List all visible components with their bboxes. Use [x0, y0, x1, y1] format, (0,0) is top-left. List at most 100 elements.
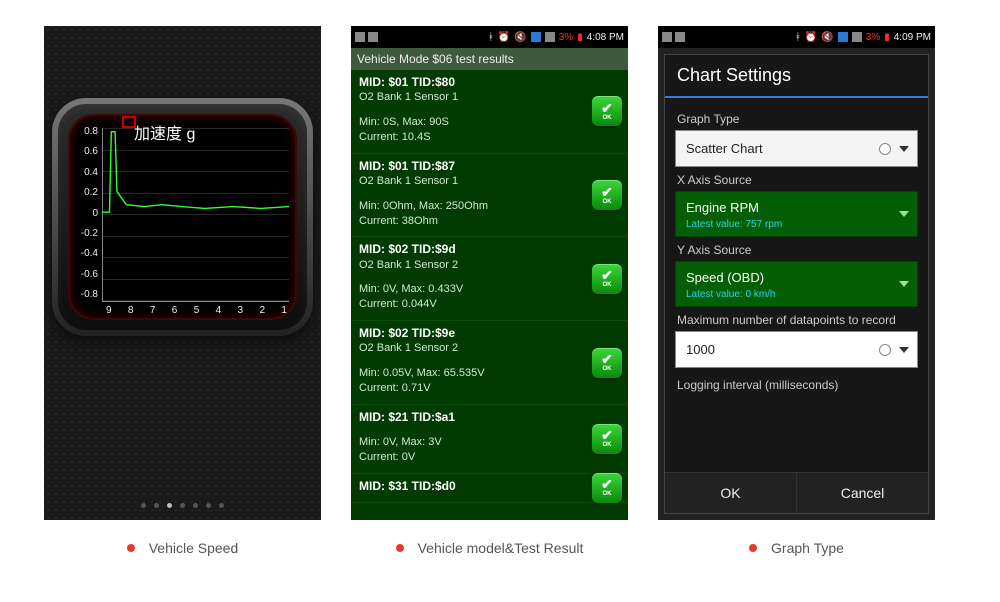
result-stats: Min: 0V, Max: 3VCurrent: 0V	[359, 435, 586, 465]
battery-icon: ▮	[884, 32, 890, 43]
caption-1: Vehicle Speed	[44, 540, 321, 556]
chart-settings-dialog: Chart Settings Graph Type Scatter Chart …	[664, 54, 929, 514]
caption-3: Graph Type	[658, 540, 935, 556]
select-x-axis[interactable]: Engine RPM Latest value: 757 rpm	[675, 191, 918, 237]
caption-text: Vehicle Speed	[149, 540, 239, 556]
status-bar: ᚼ ⏰ 🔇 3% ▮ 4:09 PM	[658, 26, 935, 48]
chevron-down-icon	[899, 146, 909, 152]
mute-icon: 🔇	[514, 32, 526, 43]
result-header: MID: $02 TID:$9d	[359, 241, 586, 257]
chevron-down-icon	[899, 347, 909, 353]
select-value: Speed (OBD)	[686, 270, 764, 285]
latest-value: Latest value: 757 rpm	[686, 219, 887, 230]
xtick: 4	[216, 305, 222, 316]
ytick: 0.4	[74, 167, 98, 178]
ok-button[interactable]: OK	[665, 473, 797, 513]
battery-pct: 3%	[559, 32, 573, 43]
ytick: -0.4	[74, 248, 98, 259]
label-x-axis: X Axis Source	[677, 173, 918, 187]
radio-icon	[879, 143, 891, 155]
results-list[interactable]: MID: $01 TID:$80O2 Bank 1 Sensor 1Min: 0…	[351, 70, 628, 520]
clock: 4:08 PM	[587, 32, 624, 43]
cancel-button[interactable]: Cancel	[797, 473, 928, 513]
wifi-icon	[545, 32, 555, 42]
battery-icon: ▮	[577, 32, 583, 43]
line-trace	[102, 128, 289, 296]
result-sub: O2 Bank 1 Sensor 1	[359, 174, 586, 189]
ok-badge: OK	[592, 348, 622, 378]
y-axis-ticks: 0.8 0.6 0.4 0.2 0 -0.2 -0.4 -0.6 -0.8	[74, 126, 98, 300]
xtick: 2	[259, 305, 265, 316]
result-stats: Min: 0Ohm, Max: 250OhmCurrent: 38Ohm	[359, 199, 586, 229]
result-item[interactable]: MID: $01 TID:$80O2 Bank 1 Sensor 1 Min: 0…	[351, 70, 628, 154]
pager-dots[interactable]	[44, 503, 321, 508]
label-y-axis: Y Axis Source	[677, 243, 918, 257]
select-y-axis[interactable]: Speed (OBD) Latest value: 0 km/h	[675, 261, 918, 307]
statusbar-icon	[675, 32, 685, 42]
bluetooth-icon: ᚼ	[795, 32, 801, 43]
x-axis-ticks: 9 8 7 6 5 4 3 2 1	[106, 305, 287, 316]
input-value: 1000	[686, 342, 715, 357]
result-item[interactable]: MID: $01 TID:$87O2 Bank 1 Sensor 1 Min: 0…	[351, 154, 628, 238]
ok-badge: OK	[592, 96, 622, 126]
ok-badge: OK	[592, 473, 622, 503]
xtick: 6	[172, 305, 178, 316]
result-stats: Min: 0.05V, Max: 65.535VCurrent: 0.71V	[359, 366, 586, 396]
label-graph-type: Graph Type	[677, 112, 918, 126]
bluetooth-icon: ᚼ	[488, 32, 494, 43]
label-max-points: Maximum number of datapoints to record	[677, 313, 918, 327]
ok-badge: OK	[592, 264, 622, 294]
ytick: 0	[74, 208, 98, 219]
xtick: 3	[238, 305, 244, 316]
caption-text: Vehicle model&Test Result	[418, 540, 584, 556]
gauge-plot: 加速度 g 0.8 0.6 0.4 0.2 0 -0.2 -0.4 -0.6 -…	[68, 114, 297, 320]
ytick: -0.2	[74, 228, 98, 239]
label-log-interval: Logging interval (milliseconds)	[677, 378, 918, 392]
ytick: 0.6	[74, 146, 98, 157]
results-title: Vehicle Mode $06 test results	[351, 48, 628, 70]
xtick: 9	[106, 305, 112, 316]
wifi-icon	[852, 32, 862, 42]
result-item[interactable]: MID: $21 TID:$a1 Min: 0V, Max: 3VCurrent:…	[351, 405, 628, 474]
gauge-wrap: 加速度 g 0.8 0.6 0.4 0.2 0 -0.2 -0.4 -0.6 -…	[44, 26, 321, 520]
result-stats: Min: 0V, Max: 0.433VCurrent: 0.044V	[359, 282, 586, 312]
select-graph-type[interactable]: Scatter Chart	[675, 130, 918, 167]
chevron-down-icon	[899, 281, 909, 287]
caption-text: Graph Type	[771, 540, 844, 556]
statusbar-icon	[355, 32, 365, 42]
battery-pct: 3%	[866, 32, 880, 43]
result-item[interactable]: MID: $31 TID:$d0OK	[351, 474, 628, 503]
ytick: -0.6	[74, 269, 98, 280]
status-bar: ᚼ ⏰ 🔇 3% ▮ 4:08 PM	[351, 26, 628, 48]
alarm-icon: ⏰	[805, 32, 817, 43]
result-header: MID: $21 TID:$a1	[359, 409, 586, 425]
radio-icon	[879, 344, 891, 356]
result-header: MID: $01 TID:$80	[359, 74, 586, 90]
result-header: MID: $01 TID:$87	[359, 158, 586, 174]
ytick: 0.2	[74, 187, 98, 198]
statusbar-icon	[662, 32, 672, 42]
input-max-points[interactable]: 1000	[675, 331, 918, 368]
result-sub: O2 Bank 1 Sensor 2	[359, 258, 586, 273]
bullet-icon	[396, 544, 404, 552]
signal-icon	[531, 32, 541, 42]
alarm-icon: ⏰	[498, 32, 510, 43]
mute-icon: 🔇	[821, 32, 833, 43]
clock: 4:09 PM	[894, 32, 931, 43]
bullet-icon	[749, 544, 757, 552]
gauge-panel: 加速度 g 0.8 0.6 0.4 0.2 0 -0.2 -0.4 -0.6 -…	[52, 98, 313, 336]
xtick: 1	[281, 305, 287, 316]
result-sub: O2 Bank 1 Sensor 1	[359, 90, 586, 105]
result-item[interactable]: MID: $02 TID:$9dO2 Bank 1 Sensor 2 Min: 0…	[351, 237, 628, 321]
result-stats: Min: 0S, Max: 90SCurrent: 10.4S	[359, 115, 586, 145]
ok-badge: OK	[592, 180, 622, 210]
ytick: 0.8	[74, 126, 98, 137]
statusbar-icon	[368, 32, 378, 42]
xtick: 5	[194, 305, 200, 316]
ytick: -0.8	[74, 289, 98, 300]
ok-badge: OK	[592, 424, 622, 454]
result-item[interactable]: MID: $02 TID:$9eO2 Bank 1 Sensor 2Min: 0…	[351, 321, 628, 405]
screen-test-results: ᚼ ⏰ 🔇 3% ▮ 4:08 PM Vehicle Mode $06 test…	[351, 26, 628, 520]
screen-vehicle-speed: 加速度 g 0.8 0.6 0.4 0.2 0 -0.2 -0.4 -0.6 -…	[44, 26, 321, 520]
chevron-down-icon	[899, 211, 909, 217]
